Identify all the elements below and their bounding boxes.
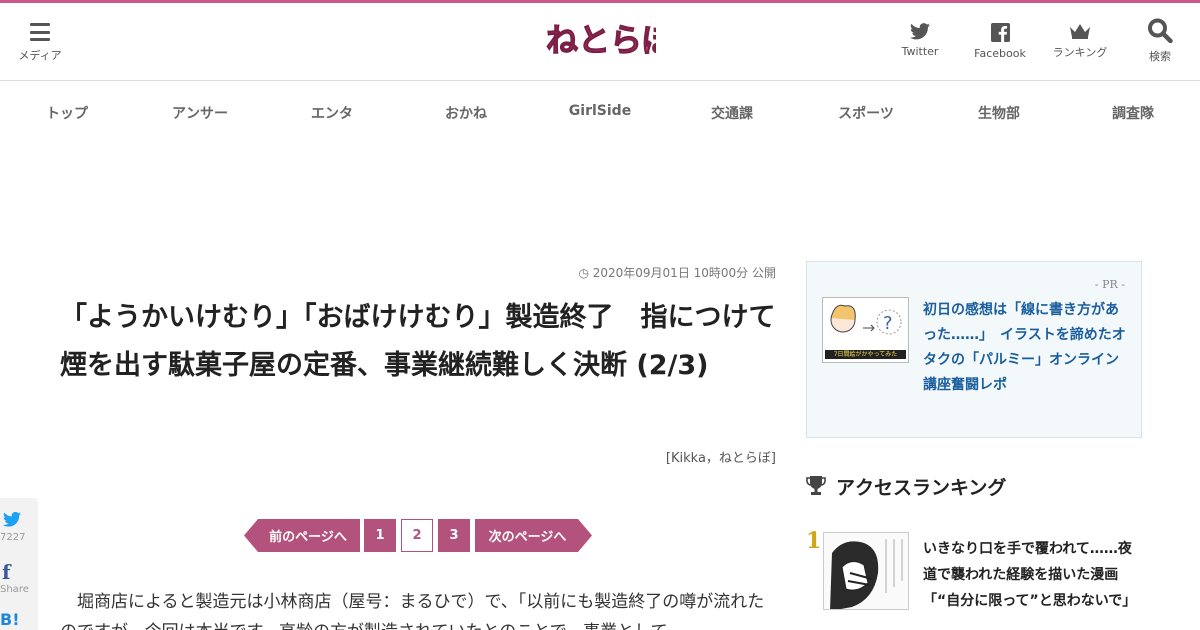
nav-item-top[interactable]: トップ (22, 103, 112, 123)
ranking-manga-illustration (830, 539, 903, 609)
hamburger-icon (30, 23, 50, 41)
facebook-share-button[interactable]: f (2, 560, 11, 584)
twitter-icon (910, 23, 930, 40)
twitter-header-button[interactable]: Twitter (890, 23, 950, 58)
site-header: メディア ねとらぼ Twitter Facebook ランキング 検索 (0, 3, 1200, 81)
twitter-share-button[interactable] (0, 511, 24, 531)
svg-text:ねとらぼ: ねとらぼ (546, 21, 656, 59)
twitter-share-icon (3, 511, 21, 527)
article-body: 堀商店によると製造元は小林商店（屋号：まるひで）で、「以前にも製造終了の噂が流れ… (60, 592, 765, 630)
nav-item-girlside[interactable]: GirlSide (555, 103, 645, 119)
ranking-title: アクセスランキング (836, 476, 1007, 499)
pr-box[interactable]: - PR - ? 7日間絵がかやってみた 初日の感想は「線に書き方があった……」… (806, 261, 1142, 438)
twitter-header-label: Twitter (901, 45, 939, 58)
media-menu-label: メディア (18, 49, 62, 62)
nav-item-okane[interactable]: おかね (421, 103, 511, 123)
ranking-item-link[interactable]: いきなり口を手で覆われて……夜道で襲われた経験を描いた漫画 「“自分に限って”と… (923, 536, 1137, 614)
facebook-header-button[interactable]: Facebook (970, 23, 1030, 60)
ranking-header: アクセスランキング (806, 472, 1142, 500)
ranking-header-button[interactable]: ランキング (1048, 23, 1112, 60)
facebook-icon (990, 23, 1010, 42)
site-logo[interactable]: ねとらぼ (544, 17, 675, 65)
trophy-icon (806, 476, 826, 495)
pr-link[interactable]: 初日の感想は「線に書き方があった……」 イラストを諦めたオタクの「パルミー」オン… (923, 298, 1128, 398)
twitter-share-count: 7227 (0, 532, 26, 543)
hatena-bookmark-button[interactable]: B! (0, 610, 20, 629)
ranking-header-label: ランキング (1052, 46, 1108, 59)
publish-date: ◷ 2020年09月01日 10時00分 公開 (578, 266, 776, 280)
share-sidebar: 7227 f Share B! (0, 498, 38, 630)
facebook-share-label: Share (0, 584, 29, 595)
ranking-number: 1 (806, 528, 822, 554)
pr-thumbnail[interactable]: ? 7日間絵がかやってみた (822, 297, 909, 363)
search-header-button[interactable]: 検索 (1135, 18, 1185, 64)
page-2-current: 2 (401, 519, 433, 552)
nav-item-answer[interactable]: アンサー (155, 103, 245, 123)
pr-thumbnail-caption: 7日間絵がかやってみた (825, 350, 906, 359)
search-header-label: 検索 (1149, 50, 1171, 63)
media-menu-button[interactable]: メディア (14, 17, 66, 63)
nav-item-sports[interactable]: スポーツ (821, 103, 911, 123)
next-page-button[interactable]: 次のページへ (475, 519, 592, 552)
prev-page-button[interactable]: 前のページへ (244, 519, 360, 552)
article-title: 「ようかいけむり」「おばけけむり」製造終了 指につけて煙を出す駄菓子屋の定番、事… (60, 302, 776, 381)
article-byline: [Kikka，ねとらぼ] (665, 451, 776, 466)
nav-item-enta[interactable]: エンタ (287, 103, 377, 123)
category-nav: トップ アンサー エンタ おかね GirlSide 交通課 スポーツ 生物部 調… (0, 82, 1200, 142)
page-1-link[interactable]: 1 (364, 519, 396, 552)
nav-item-koutsuka[interactable]: 交通課 (687, 103, 777, 123)
ranking-thumbnail[interactable] (823, 532, 909, 610)
page-3-link[interactable]: 3 (438, 519, 470, 552)
search-icon (1148, 18, 1173, 43)
facebook-header-label: Facebook (974, 47, 1026, 60)
nav-item-seibutsubu[interactable]: 生物部 (954, 103, 1044, 123)
pr-label: - PR - (1094, 278, 1125, 291)
nav-item-chousatai[interactable]: 調査隊 (1088, 103, 1178, 123)
crown-icon (1070, 24, 1090, 39)
svg-text:?: ? (883, 313, 893, 334)
pr-illustration: ? (830, 304, 902, 335)
